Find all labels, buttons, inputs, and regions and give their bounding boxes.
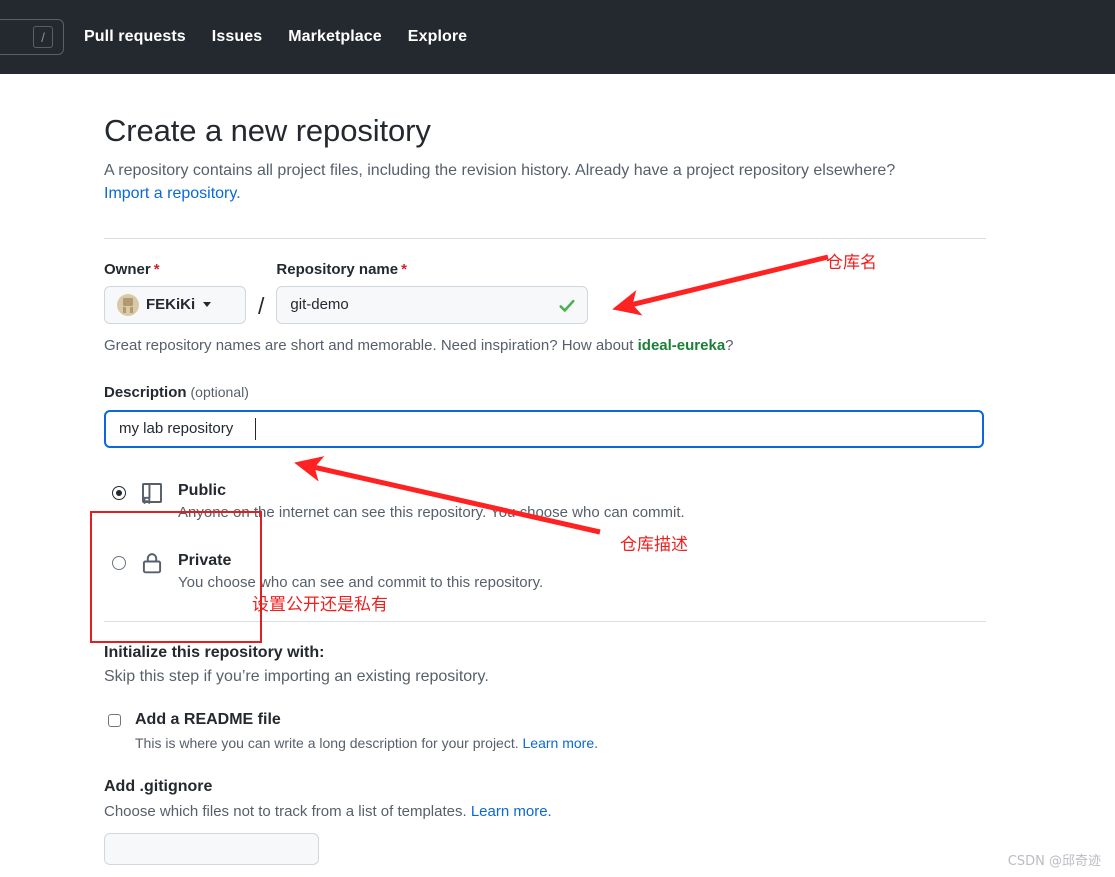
page-subtitle: A repository contains all project files,… [104,159,986,205]
owner-label: Owner * [104,261,246,278]
readme-description: This is where you can write a long descr… [135,734,986,754]
description-optional-note: (optional) [190,383,249,400]
create-repository-form: Create a new repository A repository con… [104,112,986,866]
visibility-options: Public Anyone on the internet can see th… [104,481,986,594]
owner-avatar [117,293,139,316]
text-cursor [255,417,256,440]
nav-link-explore[interactable]: Explore [408,28,467,46]
radio-private[interactable] [112,556,126,570]
suggested-name: ideal-eureka [637,336,726,354]
valid-check-icon [559,299,575,312]
gitignore-template-select[interactable] [104,833,319,866]
hint-text-before: Great repository names are short and mem… [104,336,638,354]
book-icon [142,482,162,504]
repository-name-hint: Great repository names are short and mem… [104,337,986,354]
checkbox-add-readme[interactable] [108,714,121,728]
owner-and-name-row: Owner * FEKiKi / Repository name * [104,261,986,324]
visibility-option-private[interactable]: Private You choose who can see and commi… [104,551,986,593]
nav-links: Pull requests Issues Marketplace Explore [84,0,467,74]
visibility-option-public[interactable]: Public Anyone on the internet can see th… [104,481,986,523]
owner-name-value: FEKiKi [146,296,196,314]
visibility-private-description: You choose who can see and commit to thi… [178,574,544,592]
section-divider-bottom [104,621,986,623]
gitignore-description: Choose which files not to track from a l… [104,803,986,820]
readme-label: Add a README file [135,711,281,729]
repository-name-required-asterisk: * [401,260,407,278]
owner-field-group: Owner * FEKiKi [104,261,246,324]
repository-name-label-text: Repository name [276,260,399,278]
description-label: Description [104,383,187,401]
nav-link-marketplace[interactable]: Marketplace [288,28,382,46]
gitignore-section: Add .gitignore Choose which files not to… [104,778,986,866]
initialize-subtitle: Skip this step if you’re importing an ex… [104,668,489,686]
lock-icon [142,553,162,574]
nav-link-issues[interactable]: Issues [212,28,262,46]
visibility-private-text: Private You choose who can see and commi… [178,551,543,593]
description-input[interactable] [104,409,984,448]
initialize-title: Initialize this repository with: [104,644,325,662]
chevron-down-icon [203,302,212,308]
description-label-wrap: Description (optional) [104,384,986,402]
owner-label-text: Owner [104,260,151,278]
search-shortcut-key: / [33,26,53,48]
radio-public[interactable] [112,485,126,500]
readme-description-text: This is where you can write a long descr… [135,734,519,751]
path-separator: / [258,292,265,319]
global-search-input[interactable]: / [0,19,64,55]
readme-option-row[interactable]: Add a README file [104,710,986,729]
description-input-wrap [104,409,984,448]
import-repository-link[interactable]: Import a repository. [104,185,241,202]
repository-name-label: Repository name * [276,261,588,278]
gitignore-description-text: Choose which files not to track from a l… [104,803,467,821]
readme-learn-more-link[interactable]: Learn more. [523,735,598,751]
owner-select-dropdown[interactable]: FEKiKi [104,285,246,324]
visibility-public-description: Anyone on the internet can see this repo… [178,503,685,521]
hint-text-after: ? [725,336,734,354]
section-divider-top [104,237,986,239]
repository-name-input[interactable] [276,285,589,324]
initialize-section: Initialize this repository with: Skip th… [104,644,986,866]
visibility-public-text: Public Anyone on the internet can see th… [178,481,685,523]
gitignore-learn-more-link[interactable]: Learn more. [471,803,552,820]
page-subtitle-text: A repository contains all project files,… [104,162,896,180]
nav-link-pull-requests[interactable]: Pull requests [84,28,186,46]
visibility-public-title: Public [178,481,227,499]
watermark: CSDN @邱奇迹 [1007,854,1101,869]
visibility-private-title: Private [178,552,232,569]
owner-required-asterisk: * [153,260,160,278]
page-root: / Pull requests Issues Marketplace Explo… [0,0,1115,877]
gitignore-title: Add .gitignore [104,778,213,796]
top-navigation-bar: / Pull requests Issues Marketplace Explo… [0,0,1115,74]
repository-name-field-group: Repository name * [276,261,589,324]
page-title: Create a new repository [104,113,431,148]
